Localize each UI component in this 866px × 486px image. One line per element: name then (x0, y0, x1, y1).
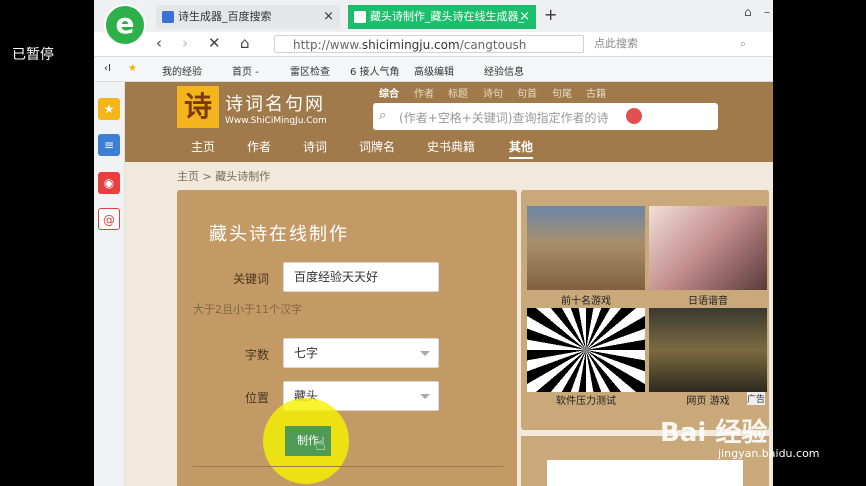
nav-authors[interactable]: 作者 (247, 138, 271, 155)
ad-thumb-webgame[interactable] (649, 308, 767, 392)
favorites-icon[interactable]: ★ (98, 98, 120, 120)
search-cat-head[interactable]: 句首 (517, 85, 537, 100)
keyword-input[interactable]: 百度经验天天好 (283, 262, 439, 292)
stop-icon[interactable]: ✕ (208, 34, 221, 52)
tab-cangtoushi[interactable]: 藏头诗制作_藏头诗在线生成器_ × (348, 5, 536, 29)
paused-label: 已暂停 (12, 47, 54, 63)
weibo-icon[interactable]: ◉ (98, 172, 120, 194)
bookmark-item[interactable]: 高级编辑 (414, 63, 454, 78)
new-tab-button[interactable]: + (544, 5, 557, 24)
url-prefix: http://www. (293, 38, 362, 52)
baidu-favicon-icon (162, 11, 174, 23)
ad-caption[interactable]: 日语谐音 (649, 292, 767, 307)
watermark-url: jingyan.baidu.com (718, 447, 820, 460)
bookmarks-bar: ‹I ★ 我的经验 首页 - 雷区检查 6 接人气角 高级编辑 经验信息 (94, 57, 773, 82)
position-label: 位置 (244, 391, 269, 405)
ad-caption[interactable]: 前十名游戏 (527, 292, 645, 307)
hand-cursor-icon: ☝ (315, 434, 326, 455)
search-cat-title[interactable]: 标题 (448, 85, 468, 100)
bookmark-item[interactable]: 经验信息 (484, 63, 524, 78)
search-icon[interactable]: ⌕ (740, 35, 746, 53)
tab-label: 藏头诗制作_藏头诗在线生成器_ (370, 10, 524, 23)
search-placeholder: (作者+空格+关键词)查询指定作者的诗 (399, 111, 609, 125)
shirt-icon[interactable]: ⌂ (744, 5, 752, 19)
chevron-down-icon (420, 394, 430, 399)
url-host: shicimingju.com (361, 38, 460, 52)
ad-thumb-illusion[interactable] (527, 308, 645, 392)
search-cat-tail[interactable]: 句尾 (552, 85, 572, 100)
back-icon[interactable]: ‹ (156, 34, 162, 52)
seal-icon (626, 108, 642, 124)
nav-other[interactable]: 其他 (509, 138, 534, 159)
keyword-label: 关键词 (232, 272, 269, 286)
bookmark-item[interactable]: 我的经验 (162, 63, 202, 78)
ad-panel: 前十名游戏 日语谐音 软件压力测试 网页 游戏 广告 (521, 190, 769, 430)
notes-icon[interactable]: ≡ (98, 134, 120, 156)
acrostic-form-card: 藏头诗在线制作 关键词 百度经验天天好 大于2且小于11个汉字 字数 七字 位置… (177, 190, 517, 486)
breadcrumb[interactable]: 主页 > 藏头诗制作 (177, 168, 270, 184)
ad-thumb-anime[interactable] (649, 206, 767, 290)
baidu-jingyan-watermark: Bai 经验 (660, 418, 768, 448)
ad-tag: 广告 (747, 392, 766, 405)
nav-classics[interactable]: 史书典籍 (427, 138, 475, 155)
logo-char: 诗 (177, 86, 219, 128)
ad-image[interactable] (547, 460, 743, 486)
nav-cipai[interactable]: 词牌名 (359, 138, 395, 155)
tab-label: 诗生成器_百度搜索 (178, 10, 272, 23)
search-cat-line[interactable]: 诗句 (483, 85, 503, 100)
browser-search-input[interactable]: 点此搜索 ⌕ (594, 35, 754, 53)
site-header: 诗 诗词名句网 Www.ShiCiMingJu.Com 综合 作者 标题 诗句 … (125, 82, 773, 162)
bookmark-item[interactable]: 首页 - (232, 63, 259, 78)
chars-value: 七字 (294, 346, 319, 360)
bookmark-item[interactable]: 雷区检查 (290, 63, 330, 78)
search-icon: ⌕ (379, 108, 387, 123)
nav-home[interactable]: 主页 (191, 138, 215, 155)
nav-poems[interactable]: 诗词 (303, 138, 327, 155)
browser-logo-icon[interactable]: e (104, 4, 146, 46)
keyword-hint: 大于2且小于11个汉字 (193, 303, 302, 316)
divider (193, 466, 503, 467)
letterbox (773, 0, 866, 486)
ad-caption[interactable]: 软件压力测试 (527, 392, 645, 407)
bookmark-item[interactable]: 6 接人气角 (350, 63, 400, 78)
tab-bar: e 诗生成器_百度搜索 × 藏头诗制作_藏头诗在线生成器_ × + ⌂ – (94, 0, 773, 46)
tab-close-icon[interactable]: × (323, 5, 334, 29)
site-logo[interactable]: 诗 诗词名句网 Www.ShiCiMingJu.Com (177, 86, 327, 130)
chevron-down-icon (420, 351, 430, 356)
site-search-input[interactable]: ⌕ (作者+空格+关键词)查询指定作者的诗 (373, 103, 718, 130)
tab-close-icon[interactable]: × (519, 5, 530, 29)
home-icon[interactable]: ⌂ (240, 34, 250, 52)
search-cat-classics[interactable]: 古籍 (586, 85, 606, 100)
form-title: 藏头诗在线制作 (209, 224, 349, 245)
side-rail: ★ ≡ ◉ @ (94, 82, 125, 486)
tab-baidu-search[interactable]: 诗生成器_百度搜索 × (156, 5, 340, 29)
logo-title: 诗词名句网 (225, 94, 325, 115)
ad-thumb-game[interactable] (527, 206, 645, 290)
chars-label: 字数 (244, 348, 269, 362)
url-path: /cangtoush (459, 38, 527, 52)
chars-select[interactable]: 七字 (283, 338, 439, 368)
mail-icon[interactable]: @ (98, 208, 120, 230)
forward-icon[interactable]: › (182, 34, 188, 52)
url-field[interactable]: http://www.shicimingju.com/cangtoush (274, 35, 584, 53)
search-cat-author[interactable]: 作者 (414, 85, 434, 100)
site-favicon-icon (354, 11, 366, 23)
minimize-icon[interactable]: – (764, 5, 770, 19)
search-cat-all[interactable]: 综合 (379, 85, 399, 100)
address-bar: ‹ › ✕ ⌂ http://www.shicimingju.com/cangt… (94, 32, 773, 57)
search-placeholder: 点此搜索 (594, 37, 638, 50)
bookmarks-collapse-icon[interactable]: ‹I (104, 63, 111, 74)
logo-url: Www.ShiCiMingJu.Com (225, 116, 327, 126)
star-icon[interactable]: ★ (128, 63, 137, 74)
